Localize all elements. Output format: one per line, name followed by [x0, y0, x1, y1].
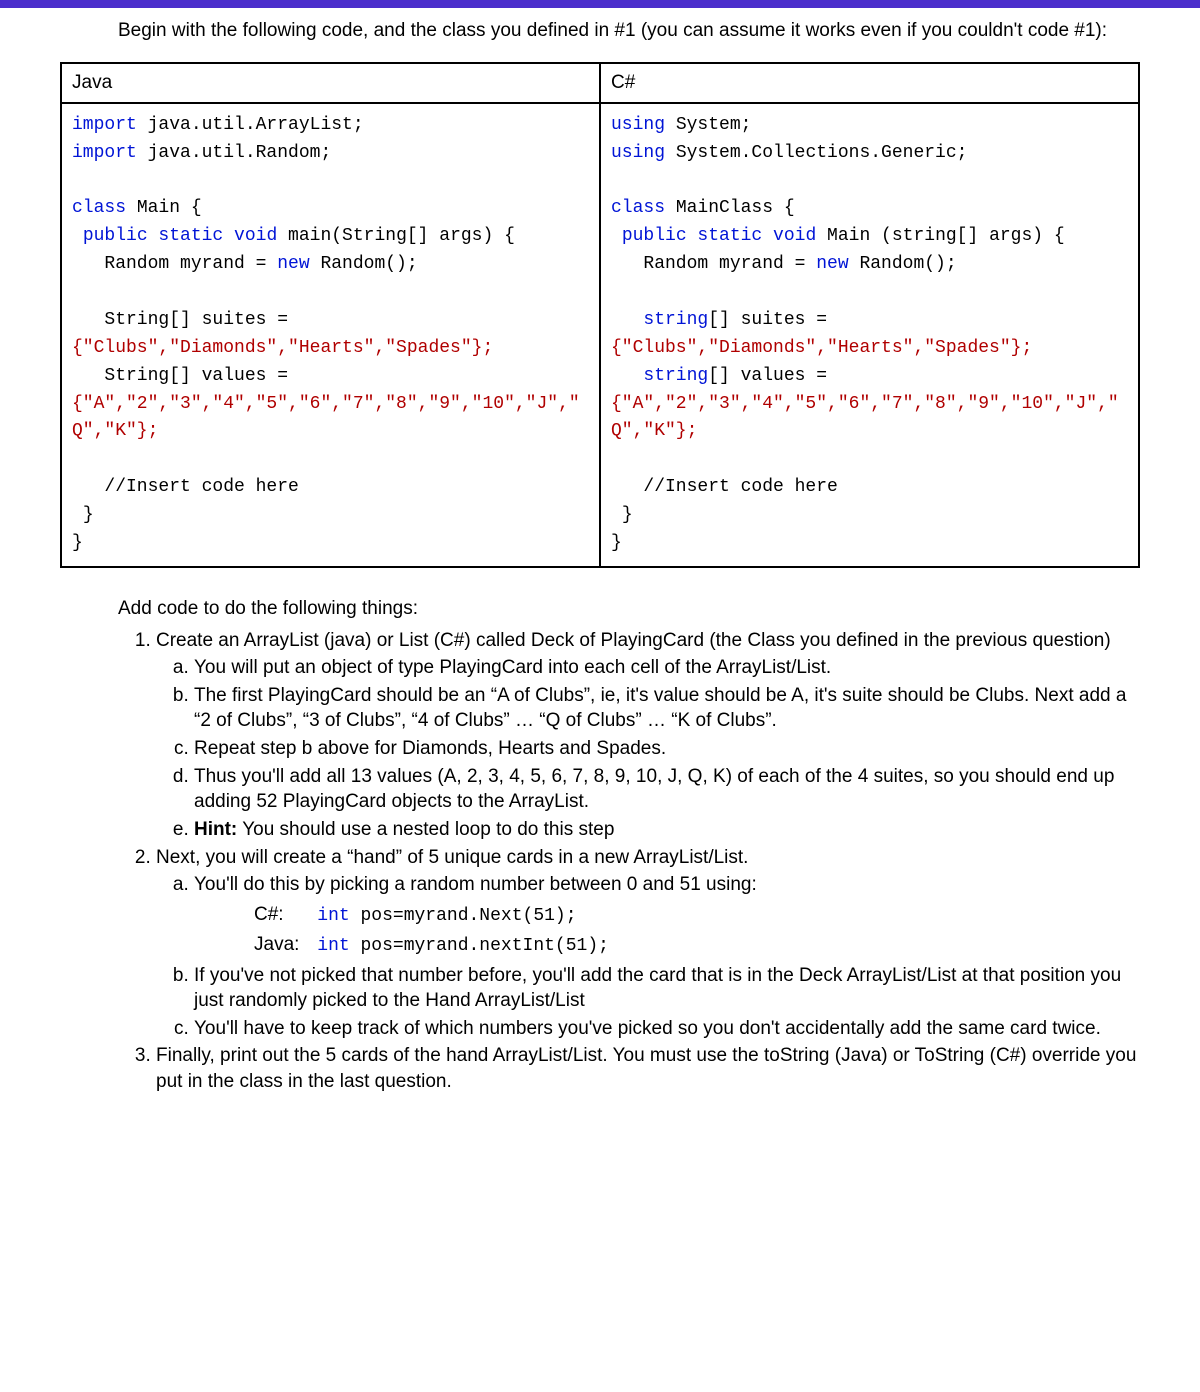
instr-1e: Hint: You should use a nested loop to do… — [194, 817, 1140, 843]
java-header: Java — [61, 63, 600, 103]
instructions-block: Add code to do the following things: Cre… — [118, 596, 1140, 1095]
code-comparison-table: Java C# import java.util.ArrayList; impo… — [60, 62, 1140, 568]
instr-2c: You'll have to keep track of which numbe… — [194, 1016, 1140, 1042]
instruction-item-2: Next, you will create a “hand” of 5 uniq… — [156, 845, 1140, 1042]
instr-1b: The first PlayingCard should be an “A of… — [194, 683, 1140, 734]
instr-2a: You'll do this by picking a random numbe… — [194, 872, 1140, 958]
java-code: import java.util.ArrayList; import java.… — [72, 112, 589, 558]
instructions-lead: Add code to do the following things: — [118, 596, 1140, 622]
top-accent-bar — [0, 0, 1200, 8]
instr-1c: Repeat step b above for Diamonds, Hearts… — [194, 736, 1140, 762]
java-label: Java: — [254, 932, 312, 958]
instr-1a: You will put an object of type PlayingCa… — [194, 655, 1140, 681]
instr-1d: Thus you'll add all 13 values (A, 2, 3, … — [194, 764, 1140, 815]
csharp-code: using System; using System.Collections.G… — [611, 112, 1128, 558]
instruction-item-3: Finally, print out the 5 cards of the ha… — [156, 1043, 1140, 1094]
instruction-list: Create an ArrayList (java) or List (C#) … — [118, 628, 1140, 1095]
csharp-header: C# — [600, 63, 1139, 103]
instr-2b: If you've not picked that number before,… — [194, 963, 1140, 1014]
csharp-label: C#: — [254, 902, 312, 928]
java-code-cell: import java.util.ArrayList; import java.… — [61, 103, 600, 567]
page-container: Begin with the following code, and the c… — [30, 8, 1170, 1131]
intro-text: Begin with the following code, and the c… — [118, 18, 1140, 44]
instruction-item-1: Create an ArrayList (java) or List (C#) … — [156, 628, 1140, 843]
csharp-code-cell: using System; using System.Collections.G… — [600, 103, 1139, 567]
